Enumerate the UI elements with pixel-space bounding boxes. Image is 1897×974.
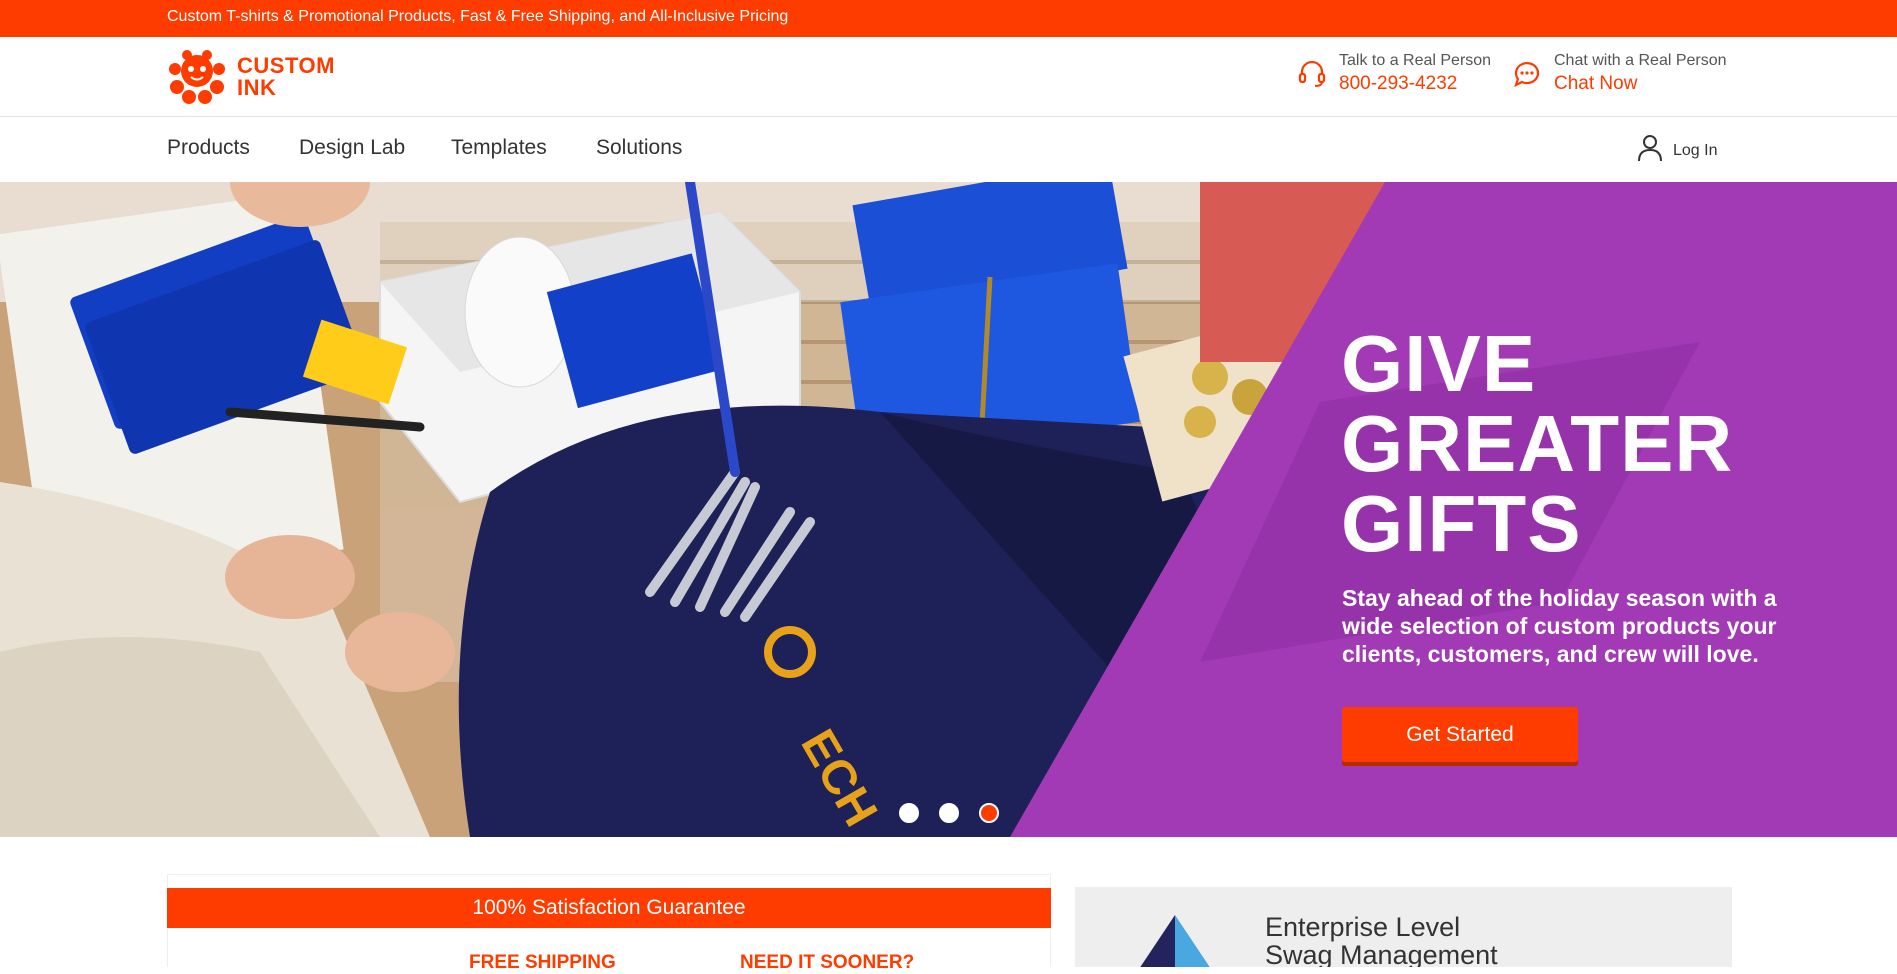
login-button[interactable]: Log In <box>1637 134 1717 167</box>
logo-line2: INK <box>237 75 277 100</box>
promo-bar: Custom T-shirts & Promotional Products, … <box>0 0 1897 37</box>
sail-logo-icon <box>1140 915 1210 967</box>
nav-item-templates[interactable]: Templates <box>451 136 547 160</box>
logo-wordmark: CUSTOM INK <box>237 55 335 99</box>
carousel-dot-3[interactable] <box>979 803 999 823</box>
main-nav: Products Design Lab Templates Solutions … <box>0 118 1897 182</box>
custom-ink-logo[interactable]: CUSTOM INK <box>167 47 337 107</box>
phone-text: Talk to a Real Person 800-293-4232 <box>1339 51 1491 97</box>
free-shipping-link[interactable]: FREE SHIPPING <box>469 952 616 974</box>
login-label: Log In <box>1673 141 1718 159</box>
get-started-button[interactable]: Get Started <box>1342 707 1578 762</box>
header: CUSTOM INK Talk to a Real Person 800-293… <box>0 37 1897 117</box>
hero-title-line2: GREATER <box>1341 399 1734 488</box>
hero-carousel: ECH GIVE GREATER GIFTS Stay ahead of the… <box>0 182 1897 837</box>
carousel-dot-2[interactable] <box>939 803 959 823</box>
promo-text: Custom T-shirts & Promotional Products, … <box>167 8 789 25</box>
nav-item-products[interactable]: Products <box>167 136 250 160</box>
user-icon <box>1637 134 1673 167</box>
phone-label: Talk to a Real Person <box>1339 52 1492 69</box>
headset-icon <box>1297 59 1327 89</box>
chat-now-link[interactable]: Chat Now <box>1554 71 1727 97</box>
phone-contact[interactable]: Talk to a Real Person 800-293-4232 <box>1297 51 1491 97</box>
phone-number-link[interactable]: 800-293-4232 <box>1339 71 1491 97</box>
enterprise-heading: Enterprise Level Swag Management <box>1265 913 1498 967</box>
enterprise-line1: Enterprise Level <box>1265 912 1461 942</box>
octopus-logo-icon <box>167 47 227 107</box>
hero-title: GIVE GREATER GIFTS <box>1341 324 1733 564</box>
guarantee-text: 100% Satisfaction Guarantee <box>472 896 746 919</box>
nav-item-solutions[interactable]: Solutions <box>596 136 682 160</box>
hero-subtitle: Stay ahead of the holiday season with a … <box>1342 585 1777 667</box>
chat-icon <box>1512 59 1542 89</box>
logo-line1: CUSTOM <box>237 53 335 78</box>
chat-contact[interactable]: Chat with a Real Person Chat Now <box>1512 51 1727 97</box>
chat-text: Chat with a Real Person Chat Now <box>1554 51 1727 97</box>
guarantee-banner: 100% Satisfaction Guarantee <box>167 888 1051 928</box>
hero-title-line3: GIFTS <box>1341 479 1582 568</box>
enterprise-line2: Swag Management <box>1265 940 1498 967</box>
carousel-dot-1[interactable] <box>899 803 919 823</box>
enterprise-card[interactable]: Enterprise Level Swag Management <box>1075 887 1732 967</box>
need-it-sooner-link[interactable]: NEED IT SOONER? <box>740 952 914 974</box>
nav-item-design-lab[interactable]: Design Lab <box>299 136 405 160</box>
hero-title-line1: GIVE <box>1341 319 1537 408</box>
carousel-dots <box>899 803 999 823</box>
chat-label: Chat with a Real Person <box>1554 52 1727 69</box>
